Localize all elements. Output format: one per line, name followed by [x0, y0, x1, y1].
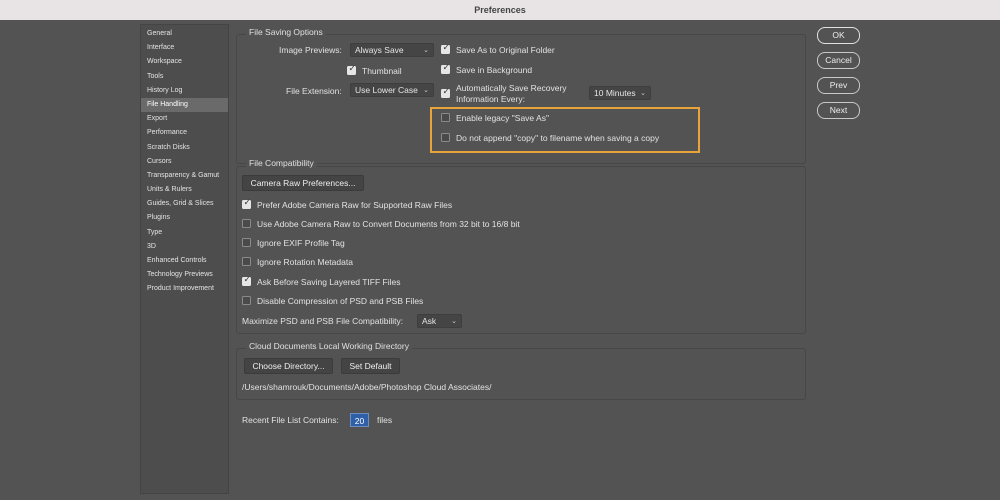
sidebar-item-interface[interactable]: Interface	[141, 41, 228, 55]
disable-compression-label: Disable Compression of PSD and PSB Files	[257, 296, 424, 306]
chevron-down-icon: ⌄	[423, 46, 429, 54]
sidebar-item-units-rulers[interactable]: Units & Rulers	[141, 183, 228, 197]
ignore-exif-label: Ignore EXIF Profile Tag	[257, 238, 345, 248]
sidebar-item-scratch-disks[interactable]: Scratch Disks	[141, 141, 228, 155]
next-button[interactable]: Next	[817, 102, 860, 119]
auto-save-checkbox[interactable]	[441, 87, 450, 98]
image-previews-select[interactable]: Always Save ⌄	[350, 43, 434, 57]
sidebar-item-cursors[interactable]: Cursors	[141, 155, 228, 169]
recent-files-label: Recent File List Contains:	[242, 415, 339, 425]
window-title: Preferences	[0, 0, 1000, 20]
sidebar-item-general[interactable]: General	[141, 27, 228, 41]
set-default-button[interactable]: Set Default	[341, 358, 400, 374]
disable-compression-checkbox[interactable]	[242, 296, 251, 305]
prev-button[interactable]: Prev	[817, 77, 860, 94]
legacy-save-as-checkbox[interactable]	[441, 113, 450, 122]
image-previews-label: Image Previews:	[279, 45, 342, 55]
auto-save-interval-value: 10 Minutes	[594, 88, 636, 98]
sidebar-item-transparency-gamut[interactable]: Transparency & Gamut	[141, 169, 228, 183]
sidebar-item-workspace[interactable]: Workspace	[141, 55, 228, 69]
save-as-original-checkbox[interactable]	[441, 43, 450, 54]
sidebar-item-product-improvement[interactable]: Product Improvement	[141, 282, 228, 296]
cloud-title: Cloud Documents Local Working Directory	[246, 341, 412, 351]
auto-save-interval-select[interactable]: 10 Minutes ⌄	[589, 86, 651, 100]
cloud-directory-path: /Users/shamrouk/Documents/Adobe/Photosho…	[242, 382, 492, 392]
file-saving-title: File Saving Options	[246, 27, 326, 37]
ignore-rotation-checkbox[interactable]	[242, 257, 251, 266]
chevron-down-icon: ⌄	[423, 86, 429, 94]
prefer-acr-checkbox[interactable]	[242, 198, 251, 209]
chevron-down-icon: ⌄	[640, 89, 646, 97]
sidebar-item-enhanced-controls[interactable]: Enhanced Controls	[141, 254, 228, 268]
ignore-rotation-label: Ignore Rotation Metadata	[257, 257, 353, 267]
save-background-checkbox[interactable]	[441, 63, 450, 74]
maximize-compat-label: Maximize PSD and PSB File Compatibility:	[242, 316, 404, 326]
camera-raw-preferences-button[interactable]: Camera Raw Preferences...	[242, 175, 364, 191]
ignore-exif-checkbox[interactable]	[242, 238, 251, 247]
use-acr-label: Use Adobe Camera Raw to Convert Document…	[257, 219, 520, 229]
legacy-save-as-label: Enable legacy "Save As"	[456, 113, 549, 123]
sidebar-item-performance[interactable]: Performance	[141, 126, 228, 140]
thumbnail-checkbox[interactable]	[347, 64, 356, 75]
auto-save-label-line1: Automatically Save Recovery	[456, 83, 567, 93]
maximize-compat-value: Ask	[422, 316, 437, 326]
cloud-group	[236, 348, 806, 400]
save-as-original-label: Save As to Original Folder	[456, 45, 555, 55]
sidebar-item-type[interactable]: Type	[141, 226, 228, 240]
auto-save-label-line2: Information Every:	[456, 94, 525, 104]
sidebar-item-guides-grid-slices[interactable]: Guides, Grid & Slices	[141, 197, 228, 211]
sidebar-item-history-log[interactable]: History Log	[141, 84, 228, 98]
file-extension-value: Use Lower Case	[355, 85, 418, 95]
save-background-label: Save in Background	[456, 65, 533, 75]
choose-directory-button[interactable]: Choose Directory...	[244, 358, 333, 374]
use-acr-checkbox[interactable]	[242, 219, 251, 228]
no-copy-label: Do not append "copy" to filename when sa…	[456, 133, 660, 143]
sidebar: General Interface Workspace Tools History Lo…	[140, 24, 229, 494]
preferences-window: General Interface Workspace Tools History Lo…	[0, 20, 1000, 500]
sidebar-item-file-handling[interactable]: File Handling	[141, 97, 228, 113]
file-compat-group	[236, 166, 806, 334]
ask-tiff-checkbox[interactable]	[242, 275, 251, 286]
recent-files-suffix: files	[377, 415, 393, 425]
sidebar-item-plugins[interactable]: Plugins	[141, 211, 228, 225]
cancel-button[interactable]: Cancel	[817, 52, 860, 69]
thumbnail-label: Thumbnail	[362, 66, 402, 76]
file-compat-title: File Compatibility	[246, 158, 317, 168]
sidebar-item-3d[interactable]: 3D	[141, 240, 228, 254]
chevron-down-icon: ⌄	[451, 317, 457, 325]
sidebar-item-export[interactable]: Export	[141, 112, 228, 126]
recent-files-input[interactable]: 20	[350, 413, 369, 427]
file-extension-label: File Extension:	[286, 86, 342, 96]
image-previews-value: Always Save	[355, 45, 404, 55]
maximize-compat-select[interactable]: Ask ⌄	[417, 314, 462, 328]
ok-button[interactable]: OK	[817, 27, 860, 44]
no-copy-checkbox[interactable]	[441, 133, 450, 142]
sidebar-item-technology-previews[interactable]: Technology Previews	[141, 268, 228, 282]
prefer-acr-label: Prefer Adobe Camera Raw for Supported Ra…	[257, 200, 453, 210]
sidebar-item-tools[interactable]: Tools	[141, 70, 228, 84]
ask-tiff-label: Ask Before Saving Layered TIFF Files	[257, 277, 401, 287]
file-extension-select[interactable]: Use Lower Case ⌄	[350, 83, 434, 97]
